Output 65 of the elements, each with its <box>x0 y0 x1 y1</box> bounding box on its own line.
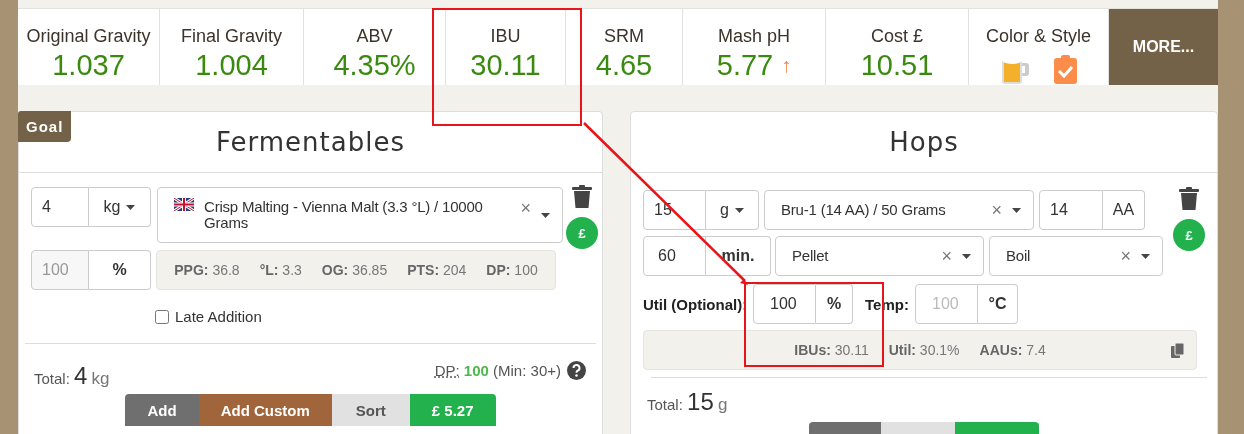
amount-input[interactable]: 4 <box>31 187 89 227</box>
stat-label: Color & Style <box>985 26 1091 47</box>
more-button[interactable]: MORE... <box>1109 9 1218 85</box>
hop-form-select[interactable]: Pellet × <box>775 236 984 276</box>
util-input[interactable]: 100 <box>753 284 816 324</box>
stat-value: 4.65 <box>595 49 653 82</box>
time-addon: min. <box>706 236 771 276</box>
stat-label: Mash pH <box>718 26 790 47</box>
help-icon[interactable] <box>567 360 586 380</box>
stat-value: 5.77 ↑ <box>716 49 792 82</box>
info-item: OG: 36.85 <box>321 262 388 278</box>
info-item: PTS: 204 <box>407 262 467 278</box>
hop-use-select[interactable]: Boil × <box>989 236 1163 276</box>
unit-dropdown[interactable]: kg <box>89 187 151 227</box>
info-item: Util: 30.1% <box>888 342 960 358</box>
stat-label: Original Gravity <box>26 26 151 47</box>
trend-arrow: ↑ <box>781 54 792 77</box>
caret-icon <box>1012 207 1021 213</box>
hop-variety-select[interactable]: Bru-1 (14 AA) / 50 Grams × <box>764 190 1034 230</box>
action-button[interactable]: Add <box>125 394 199 426</box>
stat-label: ABV <box>356 26 393 47</box>
action-button[interactable]: Sort <box>331 394 410 426</box>
panel-title: Fermentables <box>216 127 405 157</box>
util-label: Util (Optional): <box>643 295 749 313</box>
info-item: DP: 100 <box>486 262 538 278</box>
percent-addon: % <box>89 250 151 290</box>
info-item: °L: 3.3 <box>259 262 302 278</box>
caret-icon <box>734 207 744 213</box>
stat-label: Cost £ <box>871 26 923 47</box>
fermentable-select[interactable]: Crisp Malting - Vienna Malt (3.3 °L) / 10000 Grams × <box>157 187 563 243</box>
info-item: PPG: 36.8 <box>174 262 240 278</box>
select-value: Crisp Malting - Vienna Malt (3.3 °L) / 10000 Grams <box>204 199 484 231</box>
stat-label: SRM <box>604 26 644 47</box>
caret-icon <box>962 253 971 259</box>
total-text: Total: 4 kg <box>34 362 110 390</box>
unit-dropdown[interactable]: g <box>706 190 759 230</box>
dp-text: DP: 100 (Min: 30+) <box>434 361 561 379</box>
trash-icon[interactable] <box>572 185 592 208</box>
util-addon: % <box>816 284 853 324</box>
temp-input[interactable]: 100 <box>915 284 978 324</box>
trash-icon[interactable] <box>1179 187 1199 210</box>
panel-title: Hops <box>889 127 959 157</box>
stat-value: 4.35% <box>333 49 416 82</box>
late-addition-label[interactable]: Late Addition <box>155 308 590 325</box>
stat-label: Final Gravity <box>181 26 282 47</box>
time-input[interactable]: 60 <box>643 236 706 276</box>
stat-value: 1.004 <box>195 49 268 82</box>
stat-label: IBU <box>490 26 521 47</box>
checkbox[interactable] <box>155 309 169 324</box>
stat-value: 10.51 <box>860 49 934 82</box>
caret-icon <box>541 213 550 218</box>
caret-icon <box>1141 253 1150 259</box>
alpha-acid-input[interactable]: 14 <box>1039 190 1103 230</box>
alpha-acid-addon: AA <box>1103 190 1145 230</box>
info-item: IBUs: 30.11 <box>794 342 869 358</box>
amount-input[interactable]: 15 <box>643 190 706 230</box>
stat-value: 1.037 <box>52 49 125 82</box>
goal-badge: Goal <box>18 111 72 142</box>
uk-flag-icon <box>174 198 194 211</box>
temp-addon: °C <box>978 284 1018 324</box>
action-button[interactable]: Add Custom <box>198 394 332 426</box>
caret-icon <box>126 204 136 210</box>
info-item: AAUs: 7.4 <box>979 342 1046 358</box>
stat-value: 30.11 <box>470 49 541 82</box>
copy-icon[interactable] <box>1171 343 1184 358</box>
